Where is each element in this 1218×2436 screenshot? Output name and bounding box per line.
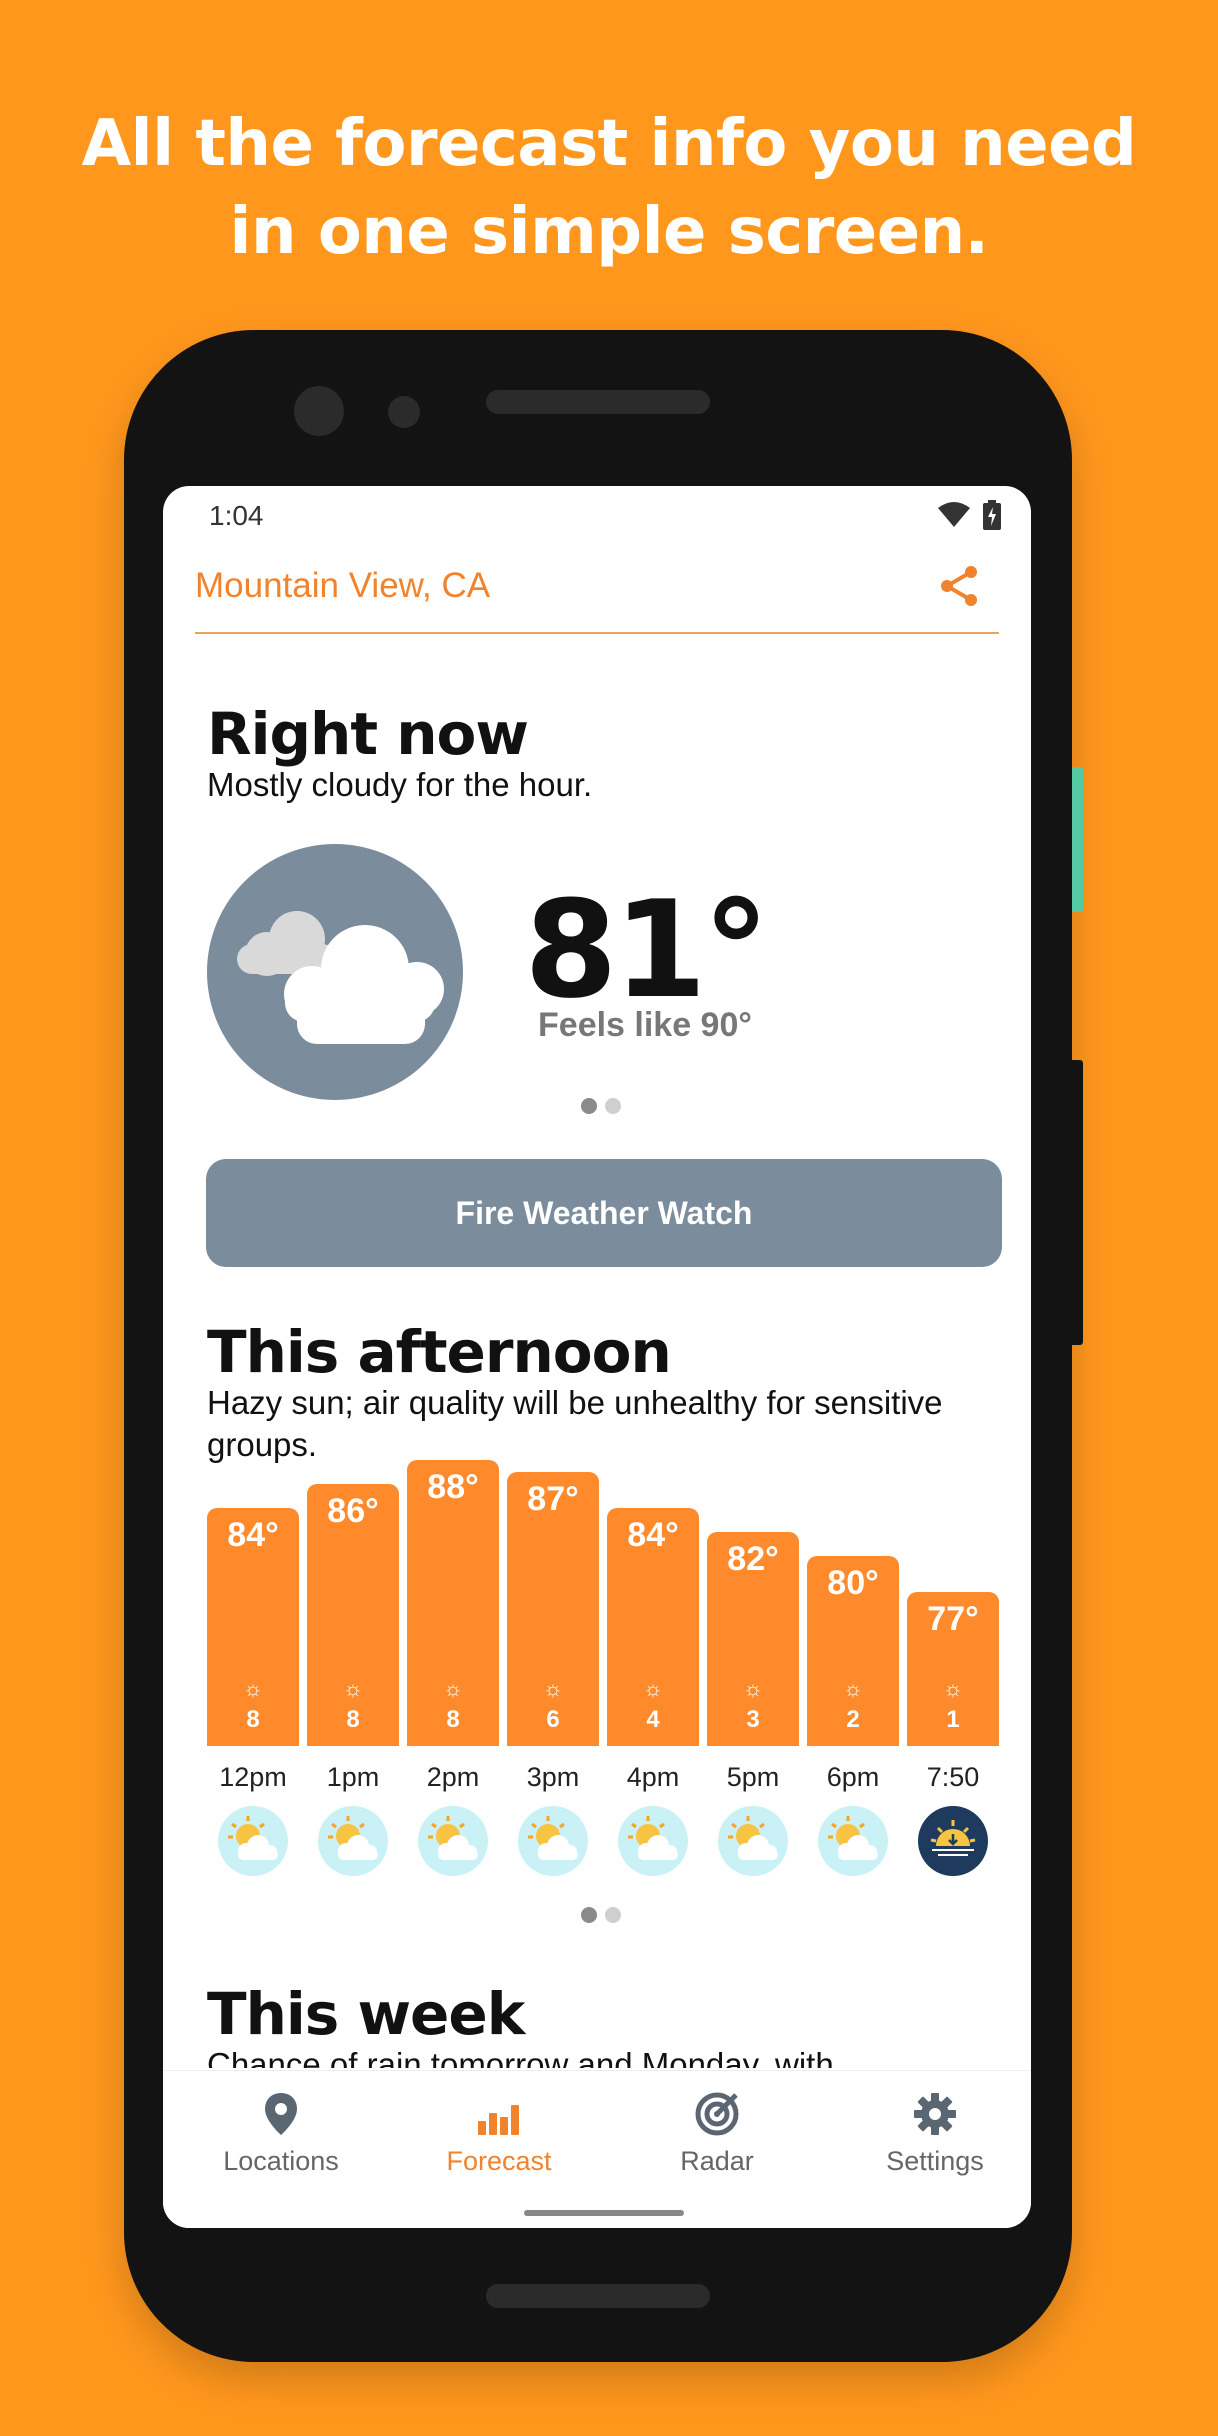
hour-bar[interactable]: 87° ☼ 6 (507, 1472, 599, 1746)
uv-index: 3 (746, 1706, 760, 1733)
hour-temperature: 80° (827, 1564, 879, 1602)
location-pin-icon (265, 2093, 297, 2135)
hour-temperature: 86° (327, 1492, 379, 1530)
sunset-icon (918, 1806, 988, 1876)
uv-index: 8 (446, 1706, 460, 1733)
bottom-speaker (486, 2284, 710, 2308)
cloudy-icon (207, 844, 463, 1100)
hour-label: 4pm (626, 1762, 680, 1792)
phone-power-button (1072, 1060, 1083, 1345)
hour-bar[interactable]: 77° ☼ 1 (907, 1592, 999, 1746)
afternoon-pager[interactable] (581, 1907, 621, 1923)
hour-label: 1pm (326, 1762, 380, 1792)
hour-temperature: 77° (927, 1600, 979, 1638)
uv-sun-icon: ☼ (442, 1676, 464, 1701)
home-indicator[interactable] (524, 2210, 684, 2216)
uv-index: 4 (646, 1706, 660, 1733)
headline-line-1: All the forecast info you need (81, 107, 1137, 181)
location-title[interactable]: Mountain View, CA (195, 566, 490, 606)
uv-sun-icon: ☼ (342, 1676, 364, 1701)
uv-index: 6 (546, 1706, 560, 1733)
nav-radar[interactable]: Radar (617, 2091, 817, 2177)
battery-icon (983, 500, 1001, 530)
hour-temperature: 87° (527, 1480, 579, 1518)
status-bar: 1:04 (163, 486, 1031, 546)
right-now-summary: Mostly cloudy for the hour. (207, 766, 593, 803)
pager-dot[interactable] (605, 1098, 621, 1114)
hour-label: 7:50 (926, 1762, 980, 1792)
hazy-sun-icon (818, 1806, 888, 1876)
uv-sun-icon: ☼ (542, 1676, 564, 1701)
current-temperature: 81° (524, 872, 769, 1028)
nav-label-locations: Locations (223, 2146, 339, 2176)
nav-label-radar: Radar (680, 2146, 754, 2176)
hour-label: 3pm (526, 1762, 580, 1792)
hour-label: 5pm (726, 1762, 780, 1792)
uv-sun-icon: ☼ (742, 1676, 764, 1701)
wifi-icon (938, 502, 970, 527)
hour-label: 12pm (219, 1762, 287, 1792)
nav-locations[interactable]: Locations (181, 2091, 381, 2177)
earpiece-speaker (486, 390, 710, 414)
hazy-sun-icon (518, 1806, 588, 1876)
pager-dot-active[interactable] (581, 1098, 597, 1114)
nav-label-forecast: Forecast (446, 2146, 552, 2176)
hour-bar[interactable]: 84° ☼ 4 (607, 1508, 699, 1746)
afternoon-title: This afternoon (207, 1318, 672, 1386)
app-screen: 1:04 Mountain View, CA Right now Mostly … (163, 486, 1031, 2228)
hazy-sun-icon (318, 1806, 388, 1876)
afternoon-summary: Hazy sun; air quality will be unhealthy … (207, 1384, 943, 1463)
gear-icon (914, 2093, 956, 2135)
status-time: 1:04 (209, 500, 264, 531)
hour-label: 2pm (426, 1762, 480, 1792)
hour-temperature: 88° (427, 1468, 479, 1506)
uv-index: 1 (946, 1706, 960, 1733)
hour-temperature: 84° (627, 1516, 679, 1554)
hazy-sun-icon (718, 1806, 788, 1876)
right-now-title: Right now (207, 700, 529, 768)
nav-forecast[interactable]: Forecast (399, 2091, 599, 2177)
uv-sun-icon: ☼ (242, 1676, 264, 1701)
right-now-pager[interactable] (581, 1098, 621, 1114)
hazy-sun-icon (218, 1806, 288, 1876)
hazy-sun-icon (618, 1806, 688, 1876)
hour-bar[interactable]: 86° ☼ 8 (307, 1484, 399, 1746)
uv-index: 8 (246, 1706, 260, 1733)
nav-label-settings: Settings (886, 2146, 984, 2176)
week-summary: Chance of rain tomorrow and Monday, with (207, 2046, 834, 2068)
bottom-navigation: Locations Forecast Radar Settings (163, 2070, 1031, 2228)
share-icon[interactable] (935, 562, 983, 610)
phone-side-button (1072, 767, 1083, 912)
hour-temperature: 84° (227, 1516, 279, 1554)
app-bar: Mountain View, CA (195, 566, 999, 634)
pager-dot[interactable] (605, 1907, 621, 1923)
hour-bar[interactable]: 84° ☼ 8 (207, 1508, 299, 1746)
hour-temperature: 82° (727, 1540, 779, 1578)
feels-like: Feels like 90° (538, 1006, 752, 1044)
uv-index: 2 (846, 1706, 860, 1733)
marketing-headline: All the forecast info you need in one si… (0, 100, 1218, 276)
week-title: This week (207, 1980, 525, 2048)
pager-dot-active[interactable] (581, 1907, 597, 1923)
headline-line-2: in one simple screen. (229, 195, 989, 269)
hour-bar[interactable]: 80° ☼ 2 (807, 1556, 899, 1746)
hour-label: 6pm (826, 1762, 880, 1792)
hour-bar[interactable]: 82° ☼ 3 (707, 1532, 799, 1746)
uv-sun-icon: ☼ (942, 1676, 964, 1701)
uv-sun-icon: ☼ (842, 1676, 864, 1701)
front-sensor (388, 396, 420, 428)
bar-chart-icon (478, 2105, 519, 2135)
uv-index: 8 (346, 1706, 360, 1733)
hazy-sun-icon (418, 1806, 488, 1876)
fire-weather-watch-button[interactable]: Fire Weather Watch (206, 1159, 1002, 1267)
uv-sun-icon: ☼ (642, 1676, 664, 1701)
nav-settings[interactable]: Settings (835, 2091, 1031, 2177)
hour-bar[interactable]: 88° ☼ 8 (407, 1460, 499, 1746)
radar-icon (695, 2092, 739, 2136)
front-camera (294, 386, 344, 436)
